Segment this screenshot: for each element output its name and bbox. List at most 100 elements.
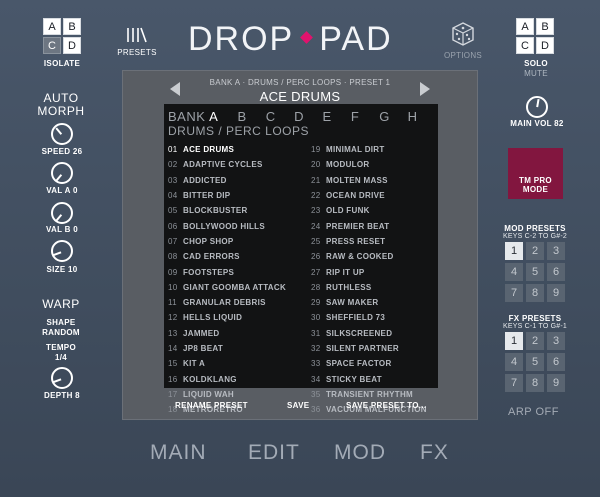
preset-row[interactable]: 06 BOLLYWOOD HILLS: [168, 218, 286, 233]
preset-row[interactable]: 33 SPACE FACTOR: [311, 356, 427, 371]
fx-preset-button-7[interactable]: 7: [505, 374, 523, 392]
isolate-a-button[interactable]: A: [43, 18, 61, 35]
fx-preset-button-8[interactable]: 8: [526, 374, 544, 392]
preset-row[interactable]: 10 GIANT GOOMBA ATTACK: [168, 280, 286, 295]
preset-row[interactable]: 08 CAD ERRORS: [168, 249, 286, 264]
tab-mod[interactable]: MOD: [334, 441, 386, 465]
preset-number: 02: [168, 160, 178, 170]
fx-preset-button-2[interactable]: 2: [526, 332, 544, 350]
preset-row[interactable]: 13 JAMMED: [168, 326, 286, 341]
preset-row[interactable]: 02 ADAPTIVE CYCLES: [168, 157, 286, 172]
preset-row[interactable]: 16 KOLDKLANG: [168, 371, 286, 386]
preset-row[interactable]: 29 SAW MAKER: [311, 295, 427, 310]
fx-preset-button-1[interactable]: 1: [505, 332, 523, 350]
preset-row[interactable]: 31 SILKSCREENED: [311, 326, 427, 341]
dice-icon[interactable]: [452, 22, 474, 46]
solo-a-button[interactable]: A: [516, 18, 534, 35]
preset-row[interactable]: 12 HELLS LIQUID: [168, 310, 286, 325]
mod-preset-button-9[interactable]: 9: [547, 284, 565, 302]
preset-row[interactable]: 11 GRANULAR DEBRIS: [168, 295, 286, 310]
preset-number: 15: [168, 359, 178, 369]
shape-value[interactable]: RANDOM: [30, 328, 92, 338]
preset-name: SILKSCREENED: [326, 328, 393, 338]
isolate-d-button[interactable]: D: [63, 37, 81, 54]
mod-preset-button-6[interactable]: 6: [547, 263, 565, 281]
arp-toggle[interactable]: ARP OFF: [508, 406, 559, 418]
preset-row[interactable]: 25 PRESS RESET: [311, 234, 427, 249]
bank-d-button[interactable]: D: [294, 109, 322, 124]
preset-row[interactable]: 22 OCEAN DRIVE: [311, 188, 427, 203]
tab-main[interactable]: MAIN: [150, 441, 207, 465]
preset-row[interactable]: 21 MOLTEN MASS: [311, 173, 427, 188]
tab-fx[interactable]: FX: [420, 441, 449, 465]
mod-preset-button-2[interactable]: 2: [526, 242, 544, 260]
fx-preset-button-4[interactable]: 4: [505, 353, 523, 371]
fx-preset-button-9[interactable]: 9: [547, 374, 565, 392]
preset-row[interactable]: 09 FOOTSTEPS: [168, 264, 286, 279]
mod-preset-button-4[interactable]: 4: [505, 263, 523, 281]
mod-preset-button-8[interactable]: 8: [526, 284, 544, 302]
preset-number: 27: [311, 267, 321, 277]
save-preset-to-button[interactable]: SAVE PRESET TO...: [346, 401, 426, 410]
tempo-value[interactable]: 1/4: [30, 353, 92, 363]
preset-row[interactable]: 32 SILENT PARTNER: [311, 341, 427, 356]
preset-row[interactable]: 19 MINIMAL DIRT: [311, 142, 427, 157]
options-label[interactable]: OPTIONS: [438, 51, 488, 60]
preset-row[interactable]: 26 RAW & COOKED: [311, 249, 427, 264]
speed-knob[interactable]: [51, 123, 73, 145]
preset-row[interactable]: 01 ACE DRUMS: [168, 142, 286, 157]
isolate-c-button[interactable]: C: [43, 37, 61, 54]
preset-row[interactable]: 03 ADDICTED: [168, 173, 286, 188]
preset-row[interactable]: 24 PREMIER BEAT: [311, 218, 427, 233]
preset-row[interactable]: 05 BLOCKBUSTER: [168, 203, 286, 218]
bank-g-button[interactable]: G: [379, 109, 407, 124]
bank-c-button[interactable]: C: [266, 109, 294, 124]
preset-name: OLD FUNK: [326, 206, 370, 216]
title-left: DROP: [188, 20, 295, 58]
solo-d-button[interactable]: D: [536, 37, 554, 54]
prev-preset-arrow-icon[interactable]: [170, 82, 180, 96]
presets-label[interactable]: PRESETS: [112, 48, 162, 57]
val-b-knob[interactable]: [51, 202, 73, 224]
preset-number: 16: [168, 374, 178, 384]
bank-f-button[interactable]: F: [351, 109, 379, 124]
tab-edit[interactable]: EDIT: [248, 441, 300, 465]
bank-e-button[interactable]: E: [323, 109, 351, 124]
next-preset-arrow-icon[interactable]: [420, 82, 430, 96]
fx-preset-button-3[interactable]: 3: [547, 332, 565, 350]
preset-row[interactable]: 17 LIQUID WAH: [168, 387, 286, 402]
presets-icon[interactable]: [125, 26, 149, 44]
rename-preset-button[interactable]: RENAME PRESET: [175, 401, 248, 410]
preset-row[interactable]: 23 OLD FUNK: [311, 203, 427, 218]
preset-row[interactable]: 07 CHOP SHOP: [168, 234, 286, 249]
mod-preset-button-1[interactable]: 1: [505, 242, 523, 260]
preset-row[interactable]: 30 SHEFFIELD 73: [311, 310, 427, 325]
save-button[interactable]: SAVE: [287, 401, 309, 410]
bank-b-button[interactable]: B: [237, 109, 265, 124]
preset-row[interactable]: 14 JP8 BEAT: [168, 341, 286, 356]
depth-knob[interactable]: [51, 367, 73, 389]
solo-c-button[interactable]: C: [516, 37, 534, 54]
mod-preset-button-3[interactable]: 3: [547, 242, 565, 260]
title-right: PAD: [319, 20, 393, 58]
main-vol-knob[interactable]: [526, 96, 548, 118]
mod-preset-button-5[interactable]: 5: [526, 263, 544, 281]
bank-h-button[interactable]: H: [408, 109, 436, 124]
fx-preset-button-5[interactable]: 5: [526, 353, 544, 371]
mute-label[interactable]: MUTE: [510, 69, 562, 78]
mod-preset-button-7[interactable]: 7: [505, 284, 523, 302]
preset-row[interactable]: 28 RUTHLESS: [311, 280, 427, 295]
tm-pro-mode-button[interactable]: TM PRO MODE: [508, 148, 563, 199]
preset-row[interactable]: 15 KIT A: [168, 356, 286, 371]
solo-b-button[interactable]: B: [536, 18, 554, 35]
preset-row[interactable]: 34 STICKY BEAT: [311, 371, 427, 386]
fx-preset-button-6[interactable]: 6: [547, 353, 565, 371]
isolate-b-button[interactable]: B: [63, 18, 81, 35]
preset-row[interactable]: 04 BITTER DIP: [168, 188, 286, 203]
preset-row[interactable]: 20 MODULOR: [311, 157, 427, 172]
bank-a-button[interactable]: A: [209, 109, 237, 124]
size-knob[interactable]: [51, 240, 73, 262]
preset-row[interactable]: 35 TRANSIENT RHYTHM: [311, 387, 427, 402]
val-a-knob[interactable]: [51, 162, 73, 184]
preset-row[interactable]: 27 RIP IT UP: [311, 264, 427, 279]
